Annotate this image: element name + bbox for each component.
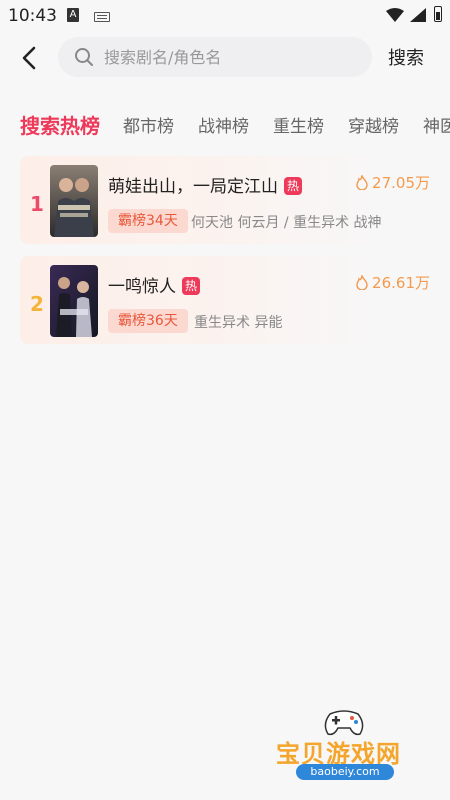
tab-search-hot[interactable]: 搜索热榜 xyxy=(20,112,100,139)
drama-title[interactable]: 一鸣惊人热 xyxy=(108,272,200,297)
drama-tags: 重生异术 异能 xyxy=(194,315,283,331)
search-box[interactable] xyxy=(58,37,372,77)
tab-time-travel[interactable]: 穿越榜 xyxy=(348,112,399,137)
signal-icon xyxy=(410,8,426,22)
watermark-logo: 宝贝游戏网 baobeiy.com xyxy=(270,700,420,790)
watermark-url: baobeiy.com xyxy=(296,764,394,780)
list-item[interactable]: 1 萌娃出山，一局定江山热 27.05万 霸榜34天 何天池 何云月 / 重生异… xyxy=(20,156,430,244)
keyboard-icon xyxy=(94,12,110,22)
rank-number: 2 xyxy=(30,292,44,316)
drama-title[interactable]: 萌娃出山，一局定江山热 xyxy=(108,172,302,197)
hot-badge: 热 xyxy=(182,277,200,295)
ranking-tabs: 搜索热榜 都市榜 战神榜 重生榜 穿越榜 神医 xyxy=(0,112,450,142)
drama-tags: 何天池 何云月 / 重生异术 战神 xyxy=(191,215,382,231)
battery-icon xyxy=(434,6,442,22)
status-time: 10:43 xyxy=(8,6,57,26)
tab-divine-doctor[interactable]: 神医 xyxy=(423,112,450,137)
back-arrow-icon[interactable] xyxy=(14,42,46,74)
tab-war-god[interactable]: 战神榜 xyxy=(198,112,249,137)
search-icon xyxy=(75,48,93,66)
hot-badge: 热 xyxy=(284,177,302,195)
search-header: 搜索 xyxy=(0,32,450,84)
flame-icon xyxy=(356,175,368,190)
top-days-chip: 霸榜34天 xyxy=(108,209,188,233)
search-button[interactable]: 搜索 xyxy=(388,44,424,70)
heat-count: 27.05万 xyxy=(356,172,430,193)
top-days-chip: 霸榜36天 xyxy=(108,309,188,333)
drama-poster[interactable] xyxy=(50,265,98,337)
wifi-icon xyxy=(386,8,404,22)
list-item[interactable]: 2 一鸣惊人热 26.61万 霸榜36天 重生异术 异能 xyxy=(20,256,430,344)
flame-icon xyxy=(356,275,368,290)
a-icon: A xyxy=(67,8,79,22)
tab-rebirth[interactable]: 重生榜 xyxy=(273,112,324,137)
status-bar: 10:43 A xyxy=(0,0,450,32)
heat-count: 26.61万 xyxy=(356,272,430,293)
search-input[interactable] xyxy=(104,37,354,77)
tab-urban[interactable]: 都市榜 xyxy=(123,112,174,137)
drama-poster[interactable] xyxy=(50,165,98,237)
rank-number: 1 xyxy=(30,192,44,216)
